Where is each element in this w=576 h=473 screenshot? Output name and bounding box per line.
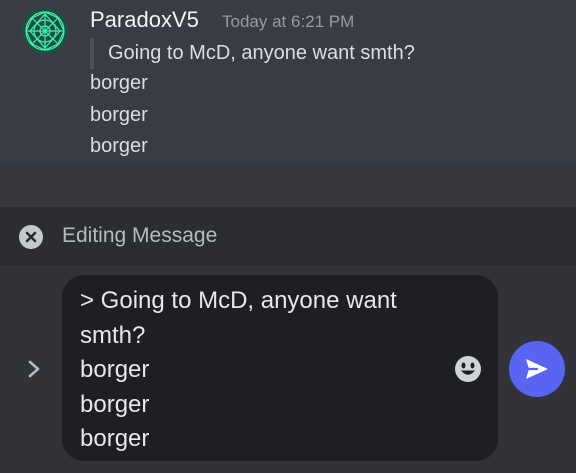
input-line: smth? [80,321,146,349]
close-icon[interactable] [19,225,43,249]
input-line: > Going to McD, anyone want [80,287,397,314]
send-icon [526,359,548,379]
avatar[interactable] [22,8,68,54]
send-button[interactable] [509,341,565,397]
input-line: borger [80,356,150,383]
input-line: borger [80,390,150,418]
chevron-right-icon[interactable] [25,358,43,380]
editing-label: Editing Message [62,224,218,247]
message-line: borger [90,72,148,94]
message-quote: Going to McD, anyone want smth? [90,38,415,69]
smiley-icon[interactable] [454,355,482,383]
message-author[interactable]: ParadoxV5 [90,7,199,33]
message-line: borger [90,104,148,126]
message-line: borger [90,135,148,157]
message-input-text[interactable]: > Going to McD, anyone want smth? borger… [80,284,440,457]
input-line: borger [80,425,150,452]
message-timestamp: Today at 6:21 PM [222,12,355,31]
message-gap [0,163,576,207]
